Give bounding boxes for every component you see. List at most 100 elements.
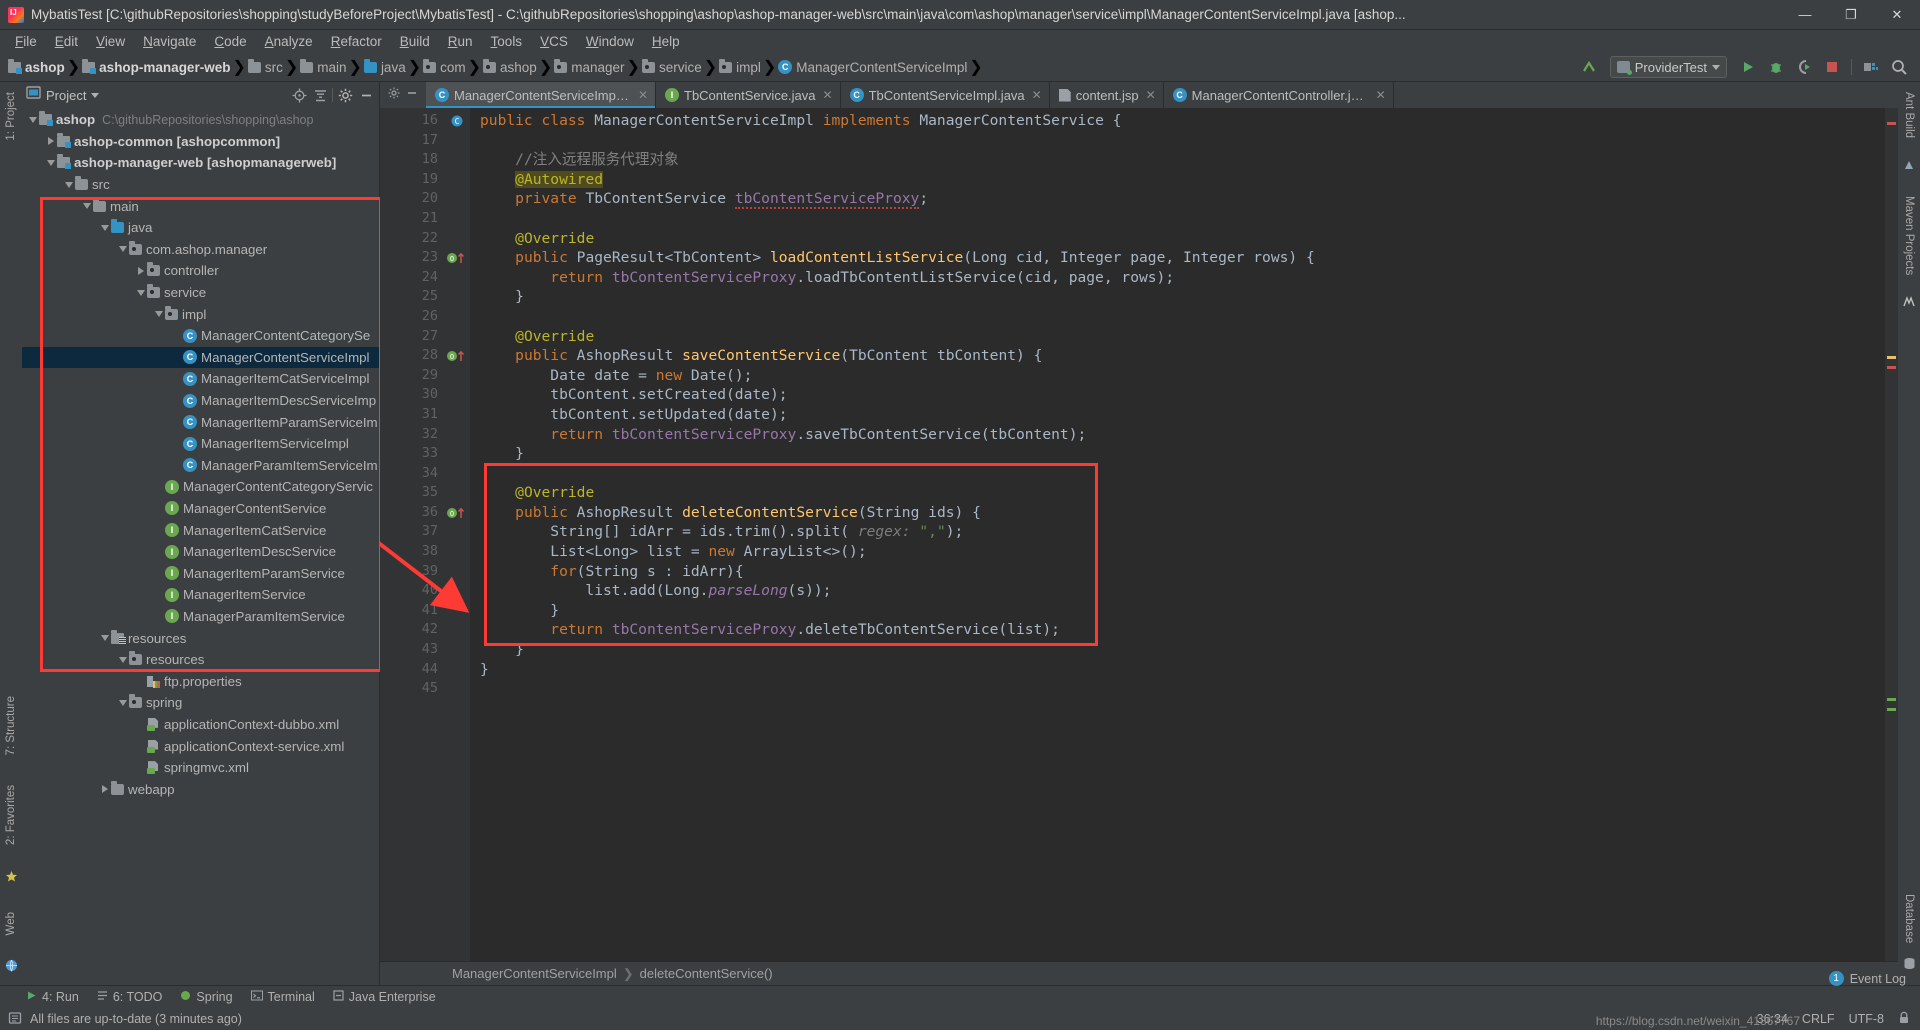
tree-node[interactable]: C ManagerItemCatServiceImpl	[22, 368, 379, 390]
sidebar-item-structure[interactable]: 7: Structure	[5, 690, 17, 761]
gutter-mark-row[interactable]	[444, 307, 470, 327]
code-line[interactable]: public AshopResult saveContentService(Tb…	[470, 346, 1885, 366]
code-line[interactable]: }	[470, 601, 1885, 621]
breadcrumb-item-manager[interactable]: manager	[552, 58, 626, 75]
menu-item-run[interactable]: Run	[439, 32, 482, 51]
code-line[interactable]: private TbContentService tbContentServic…	[470, 189, 1885, 210]
editor-breadcrumb-item[interactable]: ManagerContentServiceImpl	[452, 966, 617, 981]
tool-window-button-6-todo[interactable]: 6: TODO	[97, 990, 162, 1004]
tool-window-button-terminal[interactable]: Terminal	[250, 990, 315, 1004]
editor-breadcrumb[interactable]: ManagerContentServiceImpl ❯ deleteContentS…	[380, 961, 1898, 985]
info-marker[interactable]	[1887, 698, 1896, 701]
editor-tabs[interactable]: C ManagerContentServiceImpl.java ✕ I TbConte…	[380, 82, 1898, 108]
gutter-mark-row[interactable]	[444, 483, 470, 503]
info-marker[interactable]	[1887, 708, 1896, 711]
editor-tab-managercontentserviceimpl-java[interactable]: C ManagerContentServiceImpl.java ✕	[426, 82, 656, 108]
gear-icon[interactable]	[388, 86, 400, 104]
close-icon[interactable]: ✕	[1032, 88, 1042, 102]
tree-node[interactable]: C ManagerItemDescServiceImp	[22, 390, 379, 412]
sidebar-item-web[interactable]: Web	[5, 906, 17, 941]
tree-node[interactable]: I ManagerItemCatService	[22, 519, 379, 541]
tree-node[interactable]: java	[22, 217, 379, 239]
tree-node[interactable]: springmvc.xml	[22, 757, 379, 779]
minimize-button[interactable]: —	[1782, 0, 1828, 30]
sidebar-item-favorites[interactable]: 2: Favorites	[5, 779, 17, 851]
breadcrumb-item-com[interactable]: com	[421, 58, 468, 75]
gutter-mark-row[interactable]	[444, 640, 470, 660]
code-line[interactable]: return tbContentServiceProxy.deleteTbCon…	[470, 620, 1885, 640]
close-button[interactable]: ✕	[1874, 0, 1920, 30]
gutter-mark-row[interactable]: O	[444, 503, 470, 523]
editor-tab-managercontentcontroller-java[interactable]: C ManagerContentController.java ✕	[1163, 82, 1394, 108]
lock-icon[interactable]	[1898, 1011, 1910, 1027]
code-line[interactable]: public AshopResult deleteContentService(…	[470, 503, 1885, 523]
code-line[interactable]: }	[470, 640, 1885, 660]
tree-node[interactable]: impl	[22, 303, 379, 325]
code-line[interactable]: for(String s : idArr){	[470, 562, 1885, 582]
editor-tab-tbcontentservice-java[interactable]: I TbContentService.java ✕	[656, 82, 841, 108]
tree-node[interactable]: I ManagerItemService	[22, 584, 379, 606]
tree-node[interactable]: I ManagerParamItemService	[22, 606, 379, 628]
code-line[interactable]: tbContent.setUpdated(date);	[470, 405, 1885, 425]
project-tree[interactable]: ashop C:\githubRepositories\shopping\asho…	[22, 108, 379, 985]
tool-window-button-java-enterprise[interactable]: Java Enterprise	[333, 990, 436, 1004]
tool-window-button-4-run[interactable]: 4: Run	[26, 990, 79, 1004]
gutter-mark-row[interactable]	[444, 522, 470, 542]
gutter-mark-row[interactable]	[444, 562, 470, 582]
menu-item-refactor[interactable]: Refactor	[322, 32, 391, 51]
breadcrumb-item-ashop[interactable]: ashop	[481, 58, 539, 75]
breadcrumb-item-main[interactable]: main	[298, 58, 348, 75]
breadcrumb-item-java[interactable]: java	[362, 58, 408, 75]
run-with-coverage-icon[interactable]	[1791, 55, 1817, 79]
event-log-indicator[interactable]: 1 Event Log	[1828, 971, 1906, 986]
tree-node[interactable]: C ManagerContentServiceImpl	[22, 346, 379, 369]
gutter-marks[interactable]: C O O O	[444, 108, 470, 961]
close-icon[interactable]: ✕	[1146, 88, 1156, 102]
tree-node[interactable]: ashop-manager-web [ashopmanagerweb]	[22, 152, 379, 174]
maximize-button[interactable]: ❐	[1828, 0, 1874, 30]
project-view-chevron-down-icon[interactable]	[91, 92, 100, 98]
collapse-all-icon[interactable]	[311, 86, 329, 104]
menu-item-tools[interactable]: Tools	[482, 32, 532, 51]
code-line[interactable]: @Override	[470, 327, 1885, 347]
tree-node[interactable]: com.ashop.manager	[22, 239, 379, 261]
menu-item-file[interactable]: File	[6, 32, 46, 51]
gutter-mark-row[interactable]	[444, 620, 470, 640]
tree-node[interactable]: I ManagerContentService	[22, 498, 379, 520]
code-line[interactable]: return tbContentServiceProxy.saveTbConte…	[470, 425, 1885, 445]
tree-twisty-expanded[interactable]	[80, 203, 93, 210]
tree-node[interactable]: spring	[22, 692, 379, 714]
menu-item-help[interactable]: Help	[643, 32, 689, 51]
gutter-mark-row[interactable]	[444, 444, 470, 464]
breadcrumb-item-ashop[interactable]: ashop	[6, 58, 67, 75]
tree-twisty-expanded[interactable]	[26, 116, 39, 123]
tree-node[interactable]: I ManagerItemParamService	[22, 562, 379, 584]
tree-twisty-expanded[interactable]	[134, 289, 147, 296]
tree-twisty-expanded[interactable]	[116, 246, 129, 253]
gutter-mark-row[interactable]: C	[444, 111, 470, 131]
code-line[interactable]	[470, 131, 1885, 151]
menu-item-edit[interactable]: Edit	[46, 32, 87, 51]
project-structure-icon[interactable]	[1858, 55, 1884, 79]
gutter-mark-row[interactable]	[444, 679, 470, 699]
tree-twisty-collapsed[interactable]	[98, 785, 111, 794]
gutter-mark-row[interactable]	[444, 366, 470, 386]
error-stripe-marker-panel[interactable]	[1885, 108, 1898, 961]
tree-twisty-expanded[interactable]	[116, 699, 129, 706]
breadcrumb-item-ashop-manager-web[interactable]: ashop-manager-web	[80, 58, 232, 75]
tree-node[interactable]: applicationContext-dubbo.xml	[22, 714, 379, 736]
search-everywhere-icon[interactable]	[1886, 55, 1912, 79]
code-line[interactable]	[470, 209, 1885, 229]
code-line[interactable]: @Override	[470, 229, 1885, 249]
menu-item-analyze[interactable]: Analyze	[256, 32, 322, 51]
tree-node[interactable]: C ManagerParamItemServiceIm	[22, 455, 379, 477]
line-separator[interactable]: CRLF	[1802, 1012, 1835, 1026]
tree-node[interactable]: src	[22, 174, 379, 196]
tree-node[interactable]: C ManagerContentCategorySe	[22, 325, 379, 347]
tree-node[interactable]: ashop-common [ashopcommon]	[22, 131, 379, 153]
tree-node[interactable]: service	[22, 282, 379, 304]
menu-item-code[interactable]: Code	[205, 32, 255, 51]
editor-tab-tbcontentserviceimpl-java[interactable]: C TbContentServiceImpl.java ✕	[840, 82, 1050, 108]
menu-item-vcs[interactable]: VCS	[531, 32, 577, 51]
tree-twisty-expanded[interactable]	[62, 181, 75, 188]
